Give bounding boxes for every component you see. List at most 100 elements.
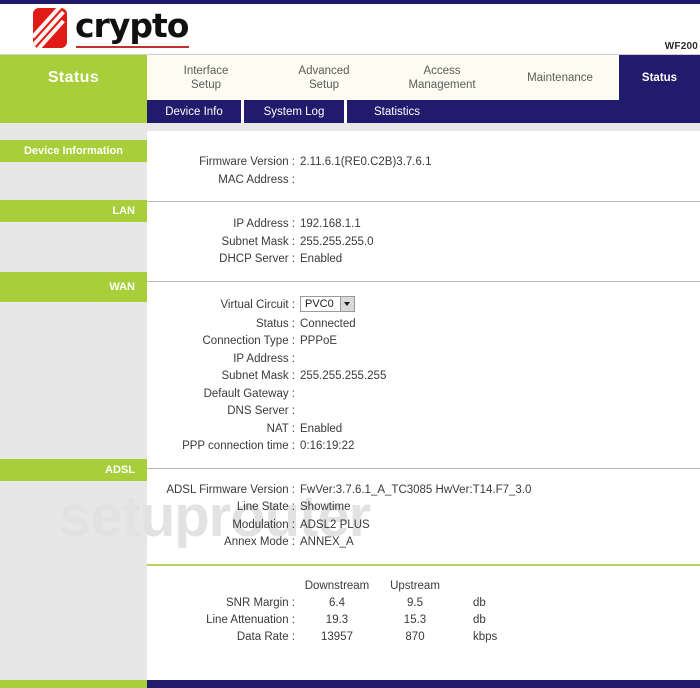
value-nat: Enabled xyxy=(300,422,343,435)
unit-data-rate: kbps xyxy=(473,630,498,643)
row-adsl-firmware-version: ADSL Firmware Version : FwVer:3.7.6.1_A_… xyxy=(147,482,700,500)
label-line-attenuation: Line Attenuation : xyxy=(206,613,295,626)
value-data-rate-upstream: 870 xyxy=(405,630,425,643)
label-annex-mode: Annex Mode : xyxy=(224,536,295,548)
page-footer xyxy=(0,680,700,688)
tab-interface-setup-line2: Setup xyxy=(190,78,222,91)
page-header: crypto WF200 xyxy=(0,4,700,55)
footer-left-block xyxy=(0,680,147,688)
value-annex-mode: ANNEX_A xyxy=(300,536,354,548)
tab-status[interactable]: Status xyxy=(619,55,700,100)
value-adsl-firmware-version: FwVer:3.7.6.1_A_TC3085 HwVer:T14.F7_3.0 xyxy=(300,483,532,496)
unit-snr-margin: db xyxy=(473,596,486,609)
stats-header-blank xyxy=(147,578,295,595)
sidebar-title-label: Status xyxy=(47,68,100,86)
value-line-state: Showtime xyxy=(300,501,351,513)
sidebar-item-adsl[interactable]: ADSL xyxy=(0,459,147,481)
value-modulation: ADSL2 PLUS xyxy=(300,518,370,531)
sub-navigation: Device Info System Log Statistics xyxy=(0,100,700,123)
tab-access-management-line1: Access xyxy=(423,64,461,77)
subtab-system-log[interactable]: System Log xyxy=(244,100,347,123)
label-line-state: Line State : xyxy=(236,501,295,513)
value-dns-server xyxy=(295,403,300,421)
logo-wordmark: crypto xyxy=(75,6,190,48)
value-wan-ip-address xyxy=(295,351,300,369)
row-default-gateway: Default Gateway : xyxy=(147,386,700,404)
tab-access-management[interactable]: Access Management xyxy=(383,55,501,100)
tab-interface-setup[interactable]: Interface Setup xyxy=(147,55,265,100)
value-line-attenuation-upstream: 15.3 xyxy=(403,613,427,626)
chevron-down-icon[interactable] xyxy=(339,297,354,311)
value-snr-margin-upstream: 9.5 xyxy=(407,596,423,609)
label-lan-subnet-mask: Subnet Mask : xyxy=(221,235,295,248)
label-dhcp-server: DHCP Server : xyxy=(219,253,295,265)
row-lan-subnet-mask: Subnet Mask : 255.255.255.0 xyxy=(147,234,700,252)
value-snr-margin-downstream: 6.4 xyxy=(329,596,345,609)
stats-header-upstream: Upstream xyxy=(390,579,440,592)
tab-advanced-setup-line1: Advanced xyxy=(298,64,350,77)
tab-interface-setup-line1: Interface xyxy=(183,64,229,77)
row-nat: NAT : Enabled xyxy=(147,421,700,439)
row-ppp-connection-time: PPP connection time : 0:16:19:22 xyxy=(147,438,700,456)
row-connection-type: Connection Type : PPPoE xyxy=(147,333,700,351)
label-wan-status: Status : xyxy=(256,317,295,330)
sidebar-item-lan[interactable]: LAN xyxy=(0,200,147,222)
virtual-circuit-select[interactable]: PVC0 xyxy=(300,296,355,312)
row-mac-address: MAC Address : xyxy=(147,172,700,190)
stats-row-line-attenuation: Line Attenuation : 19.3 15.3 db xyxy=(147,612,700,629)
main-navigation: Status Interface Setup Advanced Setup Ac… xyxy=(0,55,700,100)
model-number: WF200 xyxy=(664,41,698,52)
value-wan-status: Connected xyxy=(300,317,356,330)
label-data-rate: Data Rate : xyxy=(236,630,295,643)
stats-header-downstream: Downstream xyxy=(304,579,370,592)
logo-underline xyxy=(76,46,190,48)
sidebar-item-wan[interactable]: WAN xyxy=(0,272,147,302)
sidebar-title-status: Status xyxy=(0,55,147,100)
label-mac-address: MAC Address : xyxy=(218,173,295,186)
value-lan-ip-address: 192.168.1.1 xyxy=(300,218,361,230)
virtual-circuit-selected-value: PVC0 xyxy=(305,297,334,310)
sub-nav-spacer xyxy=(0,100,147,123)
label-adsl-firmware-version: ADSL Firmware Version : xyxy=(166,483,295,496)
logo-text: crypto xyxy=(75,6,189,45)
page-body: Device Information LAN WAN ADSL setuprou… xyxy=(0,131,700,680)
row-dhcp-server: DHCP Server : Enabled xyxy=(147,251,700,269)
stats-row-data-rate: Data Rate : 13957 870 kbps xyxy=(147,629,700,646)
stats-header-unit xyxy=(451,578,473,595)
value-default-gateway xyxy=(295,386,300,404)
tab-maintenance[interactable]: Maintenance xyxy=(501,55,619,100)
crypto-logo-icon xyxy=(33,8,67,48)
subtab-device-info[interactable]: Device Info xyxy=(147,100,244,123)
label-wan-ip-address: IP Address : xyxy=(233,352,295,365)
row-modulation: Modulation : ADSL2 PLUS xyxy=(147,517,700,535)
label-lan-ip-address: IP Address : xyxy=(233,218,295,230)
value-line-attenuation-downstream: 19.3 xyxy=(325,613,349,626)
content-rows: Firmware Version : 2.11.6.1(RE0.C2B)3.7.… xyxy=(147,131,700,646)
row-line-state: Line State : Showtime xyxy=(147,499,700,517)
adsl-stats-table: Downstream Upstream SNR Margin : 6.4 9.5… xyxy=(147,578,700,646)
label-wan-subnet-mask: Subnet Mask : xyxy=(221,370,295,382)
value-wan-subnet-mask: 255.255.255.255 xyxy=(300,370,387,382)
label-default-gateway: Default Gateway : xyxy=(203,387,295,400)
value-dhcp-server: Enabled xyxy=(300,253,343,265)
stats-row-snr-margin: SNR Margin : 6.4 9.5 db xyxy=(147,595,700,612)
brand-logo[interactable]: crypto xyxy=(33,6,190,48)
footer-right-block xyxy=(147,680,700,688)
nav-divider-gap xyxy=(0,123,700,131)
subtab-statistics[interactable]: Statistics xyxy=(347,100,447,123)
label-ppp-connection-time: PPP connection time : xyxy=(182,440,295,452)
row-virtual-circuit: Virtual Circuit : PVC0 xyxy=(147,295,700,316)
sidebar-item-device-information[interactable]: Device Information xyxy=(0,140,147,162)
tab-maintenance-label: Maintenance xyxy=(527,71,593,84)
label-firmware-version: Firmware Version : xyxy=(199,156,295,168)
value-firmware-version: 2.11.6.1(RE0.C2B)3.7.6.1 xyxy=(300,156,432,168)
label-nat: NAT : xyxy=(266,422,295,435)
sub-tabs: Device Info System Log Statistics xyxy=(147,100,700,123)
tab-advanced-setup[interactable]: Advanced Setup xyxy=(265,55,383,100)
tab-access-management-line2: Management xyxy=(408,78,476,91)
label-virtual-circuit: Virtual Circuit : xyxy=(220,298,295,311)
row-annex-mode: Annex Mode : ANNEX_A xyxy=(147,534,700,552)
router-admin-page: crypto WF200 Status Interface Setup Adva… xyxy=(0,0,700,688)
value-mac-address xyxy=(295,172,300,190)
row-lan-ip-address: IP Address : 192.168.1.1 xyxy=(147,216,700,234)
